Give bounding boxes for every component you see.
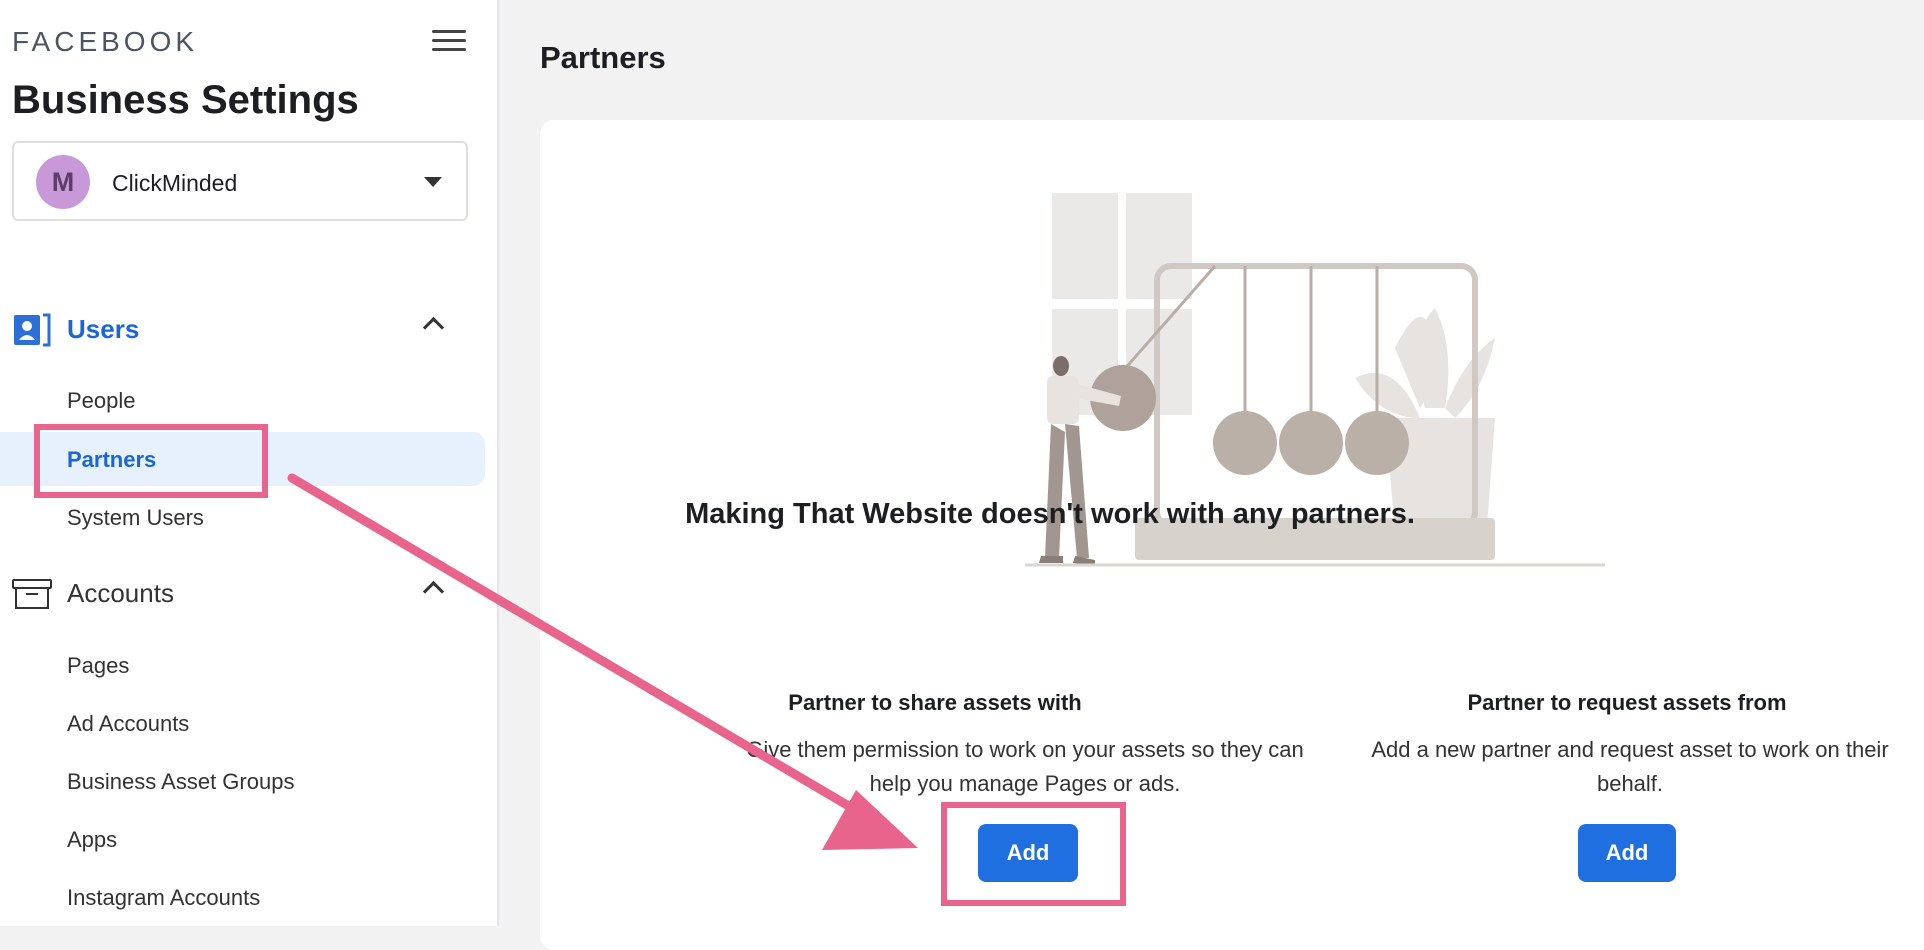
partners-highlight-box: [34, 424, 268, 498]
section-users[interactable]: Users: [0, 304, 480, 354]
archive-box-icon: [12, 579, 52, 609]
section-users-label: Users: [67, 314, 140, 344]
sidebar-item-business-asset-groups[interactable]: Business Asset Groups: [67, 769, 294, 795]
business-name: ClickMinded: [112, 170, 238, 196]
business-avatar: M: [36, 155, 90, 209]
add-button-highlight-box: [941, 802, 1126, 906]
request-assets-title: Partner to request assets from: [1467, 690, 1787, 715]
caret-down-icon: [424, 177, 442, 187]
partners-card: [540, 120, 1924, 950]
share-assets-description: Give them permission to work on your ass…: [746, 737, 1304, 796]
users-badge-icon: [14, 313, 51, 347]
facebook-brand: FACEBOOK: [12, 26, 199, 57]
chevron-up-icon: [422, 316, 445, 339]
sidebar-item-instagram-accounts[interactable]: Instagram Accounts: [67, 885, 260, 911]
section-accounts-label: Accounts: [67, 578, 174, 608]
app-title: Business Settings: [12, 78, 359, 122]
share-assets-title: Partner to share assets with: [788, 690, 1082, 715]
sidebar-item-people[interactable]: People: [67, 388, 136, 414]
sidebar-item-apps[interactable]: Apps: [67, 827, 117, 853]
chevron-up-icon: [422, 580, 445, 603]
business-selector[interactable]: M ClickMinded: [12, 141, 468, 221]
sidebar-item-system-users[interactable]: System Users: [67, 505, 204, 531]
section-accounts[interactable]: Accounts: [0, 568, 480, 618]
empty-state-heading: Making That Website doesn't work with an…: [685, 498, 1415, 530]
sidebar-item-pages[interactable]: Pages: [67, 653, 129, 679]
hamburger-menu-icon[interactable]: [432, 24, 466, 58]
request-assets-description: Add a new partner and request asset to w…: [1371, 737, 1889, 796]
page-title: Partners: [540, 40, 666, 75]
add-request-partner-button[interactable]: Add: [1578, 824, 1676, 882]
sidebar-item-ad-accounts[interactable]: Ad Accounts: [67, 711, 189, 737]
